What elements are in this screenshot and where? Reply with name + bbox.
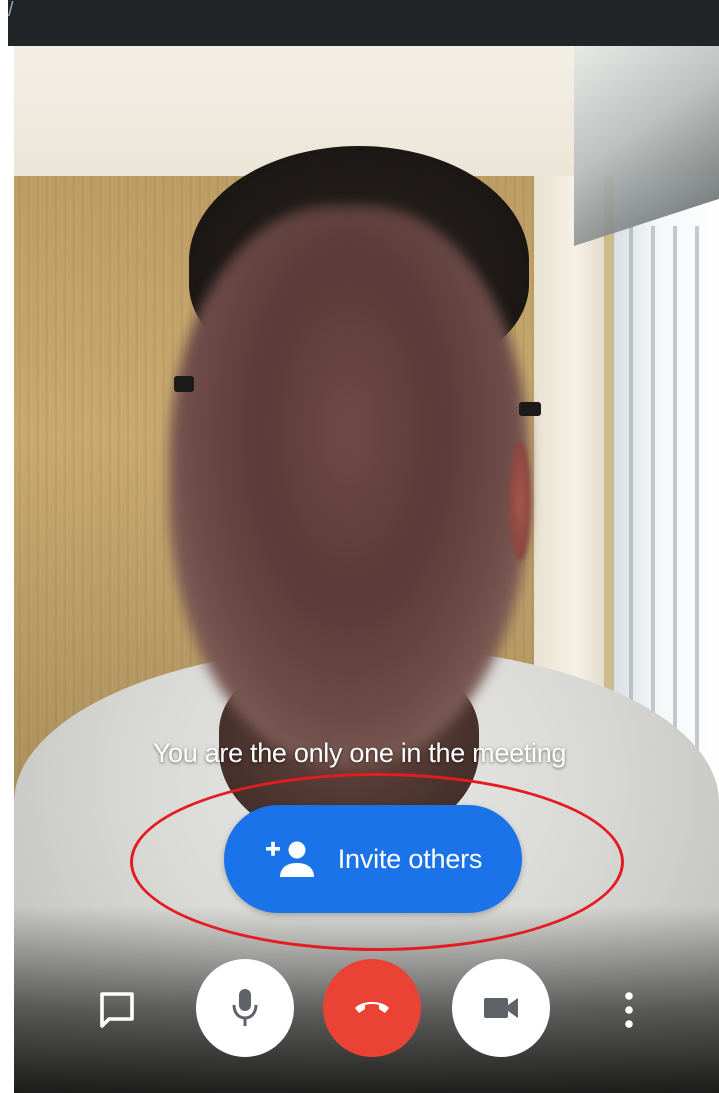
video-person-ear <box>509 441 531 561</box>
chat-button[interactable] <box>90 983 144 1037</box>
video-glasses-left-arm <box>174 376 194 392</box>
self-video-feed <box>14 46 719 1093</box>
slash-glyph: / <box>8 0 14 21</box>
videocam-icon <box>484 998 518 1018</box>
video-glasses-right-arm <box>519 402 541 416</box>
microphone-button[interactable] <box>196 959 294 1057</box>
video-person-blurred-face <box>169 206 529 766</box>
invite-others-label: Invite others <box>337 843 483 874</box>
call-controls-bar <box>0 955 719 1065</box>
phone-hangup-icon <box>355 1002 389 1013</box>
more-vert-icon <box>625 992 633 1028</box>
mic-icon <box>232 989 258 1026</box>
top-status-bar: / <box>8 0 719 46</box>
more-options-button[interactable] <box>606 983 652 1037</box>
meet-call-screen: / You are the only one in the meeting In… <box>0 0 719 1093</box>
end-call-button[interactable] <box>323 959 421 1057</box>
meeting-status-message: You are the only one in the meeting <box>152 738 567 768</box>
invite-others-button[interactable]: Invite others <box>224 805 522 913</box>
chat-icon <box>100 992 134 1028</box>
camera-button[interactable] <box>452 959 550 1057</box>
person-add-icon <box>265 841 314 877</box>
